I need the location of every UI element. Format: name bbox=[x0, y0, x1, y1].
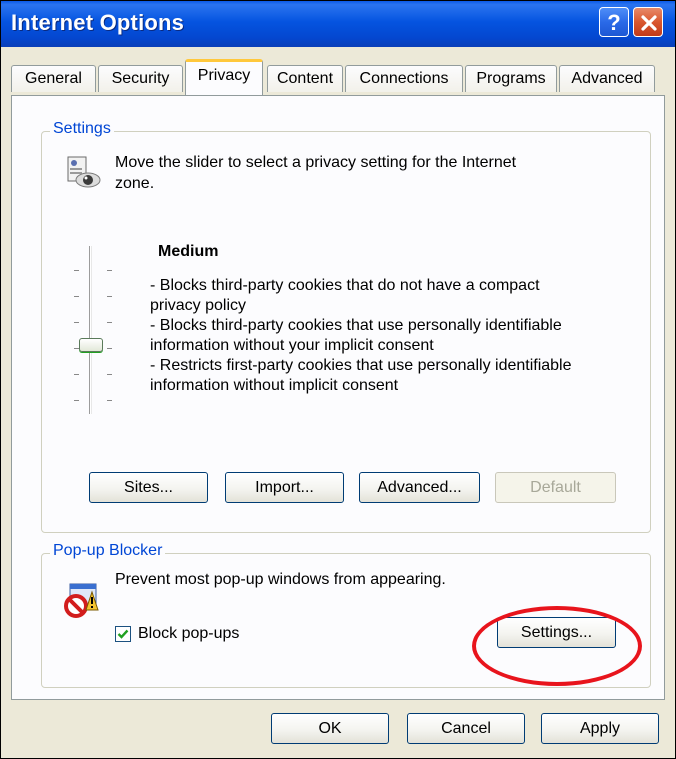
privacy-level-slider[interactable] bbox=[62, 246, 122, 416]
close-icon bbox=[641, 15, 657, 31]
checkbox-box[interactable] bbox=[115, 626, 131, 642]
sites-button[interactable]: Sites... bbox=[89, 472, 208, 503]
settings-group: Settings Move the slider to select a pri… bbox=[41, 120, 651, 533]
settings-description-line2: zone. bbox=[115, 175, 155, 192]
privacy-level-title: Medium bbox=[158, 243, 219, 260]
help-icon: ? bbox=[607, 10, 621, 35]
tab-privacy[interactable]: Privacy bbox=[185, 59, 263, 95]
title-bar: Internet Options ? bbox=[1, 1, 675, 47]
slider-track bbox=[89, 246, 92, 414]
level-description-line: privacy policy bbox=[150, 297, 247, 314]
annotation-highlight-circle bbox=[472, 606, 642, 686]
level-description-line: - Blocks third-party cookies that use pe… bbox=[150, 317, 562, 334]
popup-blocker-description: Prevent most pop-up windows from appeari… bbox=[115, 571, 446, 588]
slider-thumb[interactable] bbox=[79, 338, 103, 352]
tab-connections[interactable]: Connections bbox=[345, 65, 463, 92]
block-popups-checkbox[interactable]: Block pop-ups bbox=[115, 624, 305, 644]
apply-button[interactable]: Apply bbox=[541, 713, 659, 744]
tab-advanced[interactable]: Advanced bbox=[559, 65, 655, 92]
popup-blocker-group-title: Pop-up Blocker bbox=[50, 542, 166, 560]
level-description-line: information without your implicit consen… bbox=[150, 337, 434, 354]
help-button[interactable]: ? bbox=[599, 7, 629, 37]
block-popups-label: Block pop-ups bbox=[138, 625, 240, 642]
advanced-button[interactable]: Advanced... bbox=[359, 472, 480, 503]
checkmark-icon bbox=[117, 629, 129, 639]
default-button[interactable]: Default bbox=[495, 472, 616, 503]
level-description-line: information without implicit consent bbox=[150, 377, 399, 394]
cancel-button[interactable]: Cancel bbox=[407, 713, 525, 744]
settings-description-line1: Move the slider to select a privacy sett… bbox=[115, 154, 517, 171]
settings-group-title: Settings bbox=[50, 120, 114, 138]
popup-blocker-icon bbox=[64, 583, 99, 618]
tab-security[interactable]: Security bbox=[98, 65, 183, 92]
ok-button[interactable]: OK bbox=[271, 713, 389, 744]
tab-content[interactable]: Content bbox=[267, 65, 343, 92]
tab-strip: General Security Privacy Content Connect… bbox=[1, 47, 675, 97]
close-button[interactable] bbox=[633, 7, 663, 37]
tab-programs[interactable]: Programs bbox=[465, 65, 557, 92]
level-description-line: - Blocks third-party cookies that do not… bbox=[150, 277, 540, 294]
tab-general[interactable]: General bbox=[11, 65, 96, 92]
level-description-line: - Restricts first-party cookies that use… bbox=[150, 357, 572, 374]
window-title: Internet Options bbox=[11, 10, 185, 35]
privacy-zone-icon bbox=[67, 156, 101, 188]
import-button[interactable]: Import... bbox=[225, 472, 344, 503]
